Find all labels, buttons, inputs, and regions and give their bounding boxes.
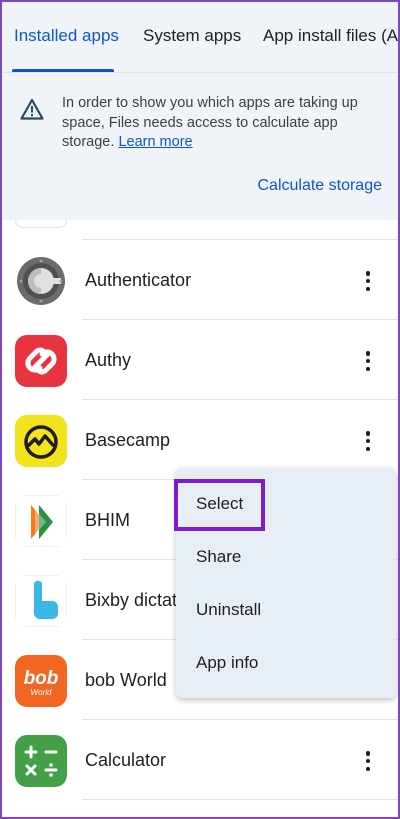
list-item[interactable]: Authy <box>0 320 400 400</box>
app-context-menu: Select Share Uninstall App info <box>176 468 396 698</box>
authenticator-icon <box>15 255 67 307</box>
menu-item-app-info[interactable]: App info <box>196 648 258 678</box>
warning-icon <box>20 98 44 120</box>
tab-app-install-files[interactable]: App install files (AP <box>263 0 400 72</box>
list-item[interactable]: Authenticator <box>0 240 400 320</box>
list-item-partial <box>0 220 400 240</box>
menu-item-share[interactable]: Share <box>196 542 241 572</box>
app-name: Calculator <box>85 749 167 770</box>
tab-system-apps[interactable]: System apps <box>143 0 241 72</box>
storage-permission-banner: In order to show you which apps are taki… <box>0 72 400 220</box>
app-name: Authenticator <box>85 269 192 290</box>
svg-text:bob: bob <box>24 668 59 689</box>
learn-more-link[interactable]: Learn more <box>118 134 192 150</box>
authy-icon <box>15 335 67 387</box>
tab-bar: Installed apps System apps App install f… <box>0 0 400 72</box>
bhim-icon <box>15 495 67 547</box>
more-vert-icon[interactable] <box>356 748 380 774</box>
banner-text: In order to show you which apps are taki… <box>62 95 358 150</box>
app-name: Bixby dictat <box>85 589 178 610</box>
app-name: bob World <box>85 669 167 690</box>
basecamp-icon <box>15 415 67 467</box>
app-name: Authy <box>85 349 132 370</box>
banner-message: In order to show you which apps are taki… <box>62 94 382 153</box>
calculator-icon <box>15 735 67 787</box>
more-vert-icon[interactable] <box>356 268 380 294</box>
list-divider <box>82 799 400 800</box>
more-vert-icon[interactable] <box>356 428 380 454</box>
calculate-storage-button[interactable]: Calculate storage <box>257 177 382 195</box>
bixby-dictation-icon <box>15 575 67 627</box>
menu-item-select[interactable]: Select <box>196 489 243 519</box>
more-vert-icon[interactable] <box>356 348 380 374</box>
menu-item-uninstall[interactable]: Uninstall <box>196 595 261 625</box>
app-name: BHIM <box>85 509 130 530</box>
tab-installed-apps[interactable]: Installed apps <box>14 0 119 72</box>
app-name: Basecamp <box>85 429 171 450</box>
svg-text:World: World <box>31 688 52 697</box>
list-item[interactable]: Calculator <box>0 720 400 800</box>
bob-world-icon: bob World <box>15 655 67 707</box>
